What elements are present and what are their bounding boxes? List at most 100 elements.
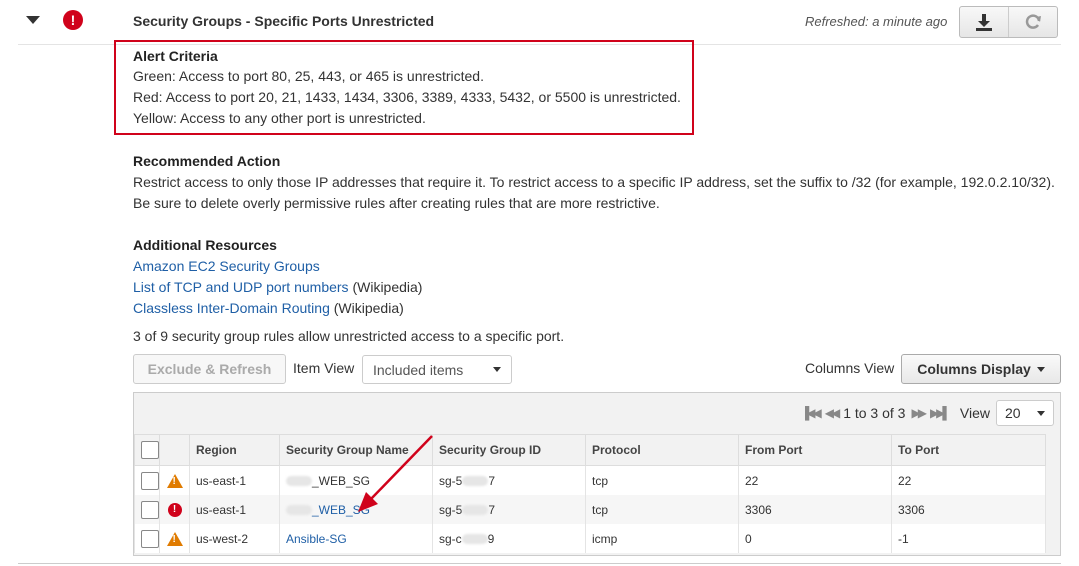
column-header-sg-id[interactable]: Security Group ID [432,434,586,466]
resource-suffix: (Wikipedia) [348,279,423,295]
row-select-cell[interactable] [134,465,160,495]
sg-id-suffix: 7 [488,502,496,517]
protocol-cell: icmp [585,524,739,553]
row-status-cell: ! [159,495,190,524]
item-view-select[interactable]: Included items [362,355,512,384]
sg-id-cell: sg-5 7 [432,495,586,524]
table-row: ! us-east-1 _WEB_SG sg-5 7 tcp 3306 3306 [134,495,1046,524]
pager-range: 1 to 3 of 3 [843,405,906,421]
ec2-security-groups-link[interactable]: Amazon EC2 Security Groups [133,258,320,274]
recommended-action-heading: Recommended Action [133,153,281,169]
column-header-region[interactable]: Region [189,434,280,466]
dropdown-arrow-icon [1037,410,1045,416]
recommended-action-line: Restrict access to only those IP address… [133,174,1055,190]
sg-id-suffix: 7 [488,473,496,488]
columns-display-button[interactable]: Columns Display [901,354,1061,384]
alert-criteria-heading: Alert Criteria [133,48,218,64]
warning-icon: ! [166,531,183,546]
redacted-text [462,476,489,487]
refreshed-timestamp: Refreshed: a minute ago [805,14,948,29]
results-table: Region Security Group Name Security Grou… [134,434,1046,553]
to-port-cell: -1 [891,524,1046,553]
column-header-from-port[interactable]: From Port [738,434,892,466]
page-size-value: 20 [1005,405,1021,421]
columns-view-label: Columns View [805,360,895,376]
status-header [159,434,190,466]
exclude-refresh-button[interactable]: Exclude & Refresh [133,354,286,384]
protocol-cell: tcp [585,465,739,495]
to-port-cell: 3306 [891,495,1046,524]
region-cell: us-east-1 [189,495,280,524]
resource-item: Amazon EC2 Security Groups [133,256,320,277]
download-button[interactable] [960,7,1008,37]
sg-id-prefix: sg-5 [439,473,463,488]
recommended-action-line: Be sure to delete overly permissive rule… [133,195,660,211]
additional-resources-heading: Additional Resources [133,237,277,253]
item-view-label: Item View [293,360,355,376]
collapse-caret-icon[interactable] [26,16,40,24]
check-title: Security Groups - Specific Ports Unrestr… [133,13,435,29]
from-port-cell: 22 [738,465,892,495]
warning-icon: ! [166,473,183,488]
prev-page-icon[interactable]: ◀◀ [825,406,841,420]
sg-id-cell: sg-c 9 [432,524,586,553]
region-cell: us-west-2 [189,524,280,553]
page-size-select[interactable]: 20 [996,400,1054,426]
from-port-cell: 0 [738,524,892,553]
first-page-icon[interactable]: ▐◀◀ [801,406,822,420]
columns-display-label: Columns Display [917,361,1031,377]
sg-id-suffix: 9 [487,531,495,546]
select-all-checkbox[interactable] [141,441,159,459]
pager-view-label: View [959,405,990,421]
sg-id-cell: sg-5 7 [432,465,586,495]
table-row: ! us-east-1 _WEB_SG sg-5 7 tcp 22 22 [134,465,1046,495]
download-icon [976,14,992,31]
table-header-row: Region Security Group Name Security Grou… [134,434,1046,466]
item-view-value: Included items [373,361,464,378]
footer-divider [18,563,1061,564]
column-header-to-port[interactable]: To Port [891,434,1046,466]
resource-item: Classless Inter-Domain Routing (Wikipedi… [133,298,404,319]
row-checkbox[interactable] [141,529,159,548]
column-header-protocol[interactable]: Protocol [585,434,739,466]
refresh-button[interactable] [1008,7,1057,37]
region-cell: us-east-1 [189,465,280,495]
sg-name-link[interactable]: Ansible-SG [286,532,347,546]
sg-name-cell: Ansible-SG [279,524,433,553]
next-page-icon[interactable]: ▶▶ [911,406,927,420]
row-select-cell[interactable] [134,524,160,553]
to-port-cell: 22 [891,465,1046,495]
select-all-cell[interactable] [134,434,160,466]
alert-criteria-yellow: Yellow: Access to any other port is unre… [133,110,426,126]
results-summary: 3 of 9 security group rules allow unrest… [133,328,565,344]
last-page-icon[interactable]: ▶▶▌ [930,406,951,420]
redacted-text [286,505,312,516]
redacted-text [461,534,488,545]
error-icon: ! [167,502,182,517]
redacted-text [286,476,312,487]
header-actions [959,6,1058,38]
error-status-icon: ! [63,10,83,30]
redacted-text [462,505,489,516]
resource-suffix: (Wikipedia) [329,300,404,316]
row-status-cell: ! [159,524,190,553]
row-checkbox[interactable] [141,500,159,519]
port-numbers-link[interactable]: List of TCP and UDP port numbers [133,279,349,295]
sg-id-prefix: sg-5 [439,502,463,517]
pager: ▐◀◀ ◀◀ 1 to 3 of 3 ▶▶ ▶▶▌ View 20 [801,400,1054,426]
refresh-icon [1025,14,1041,29]
cidr-link[interactable]: Classless Inter-Domain Routing [133,300,330,316]
table-row: ! us-west-2 Ansible-SG sg-c 9 icmp 0 -1 [134,524,1046,553]
sg-id-prefix: sg-c [439,531,462,546]
row-select-cell[interactable] [134,495,160,524]
protocol-cell: tcp [585,495,739,524]
chevron-down-icon [1036,366,1045,372]
row-status-cell: ! [159,465,190,495]
from-port-cell: 3306 [738,495,892,524]
annotation-arrow-icon [358,435,433,512]
alert-criteria-red: Red: Access to port 20, 21, 1433, 1434, … [133,89,681,105]
row-checkbox[interactable] [141,471,159,490]
resource-item: List of TCP and UDP port numbers (Wikipe… [133,277,422,298]
alert-criteria-green: Green: Access to port 80, 25, 443, or 46… [133,68,484,84]
results-grid: ▐◀◀ ◀◀ 1 to 3 of 3 ▶▶ ▶▶▌ View 20 Region… [133,392,1061,556]
